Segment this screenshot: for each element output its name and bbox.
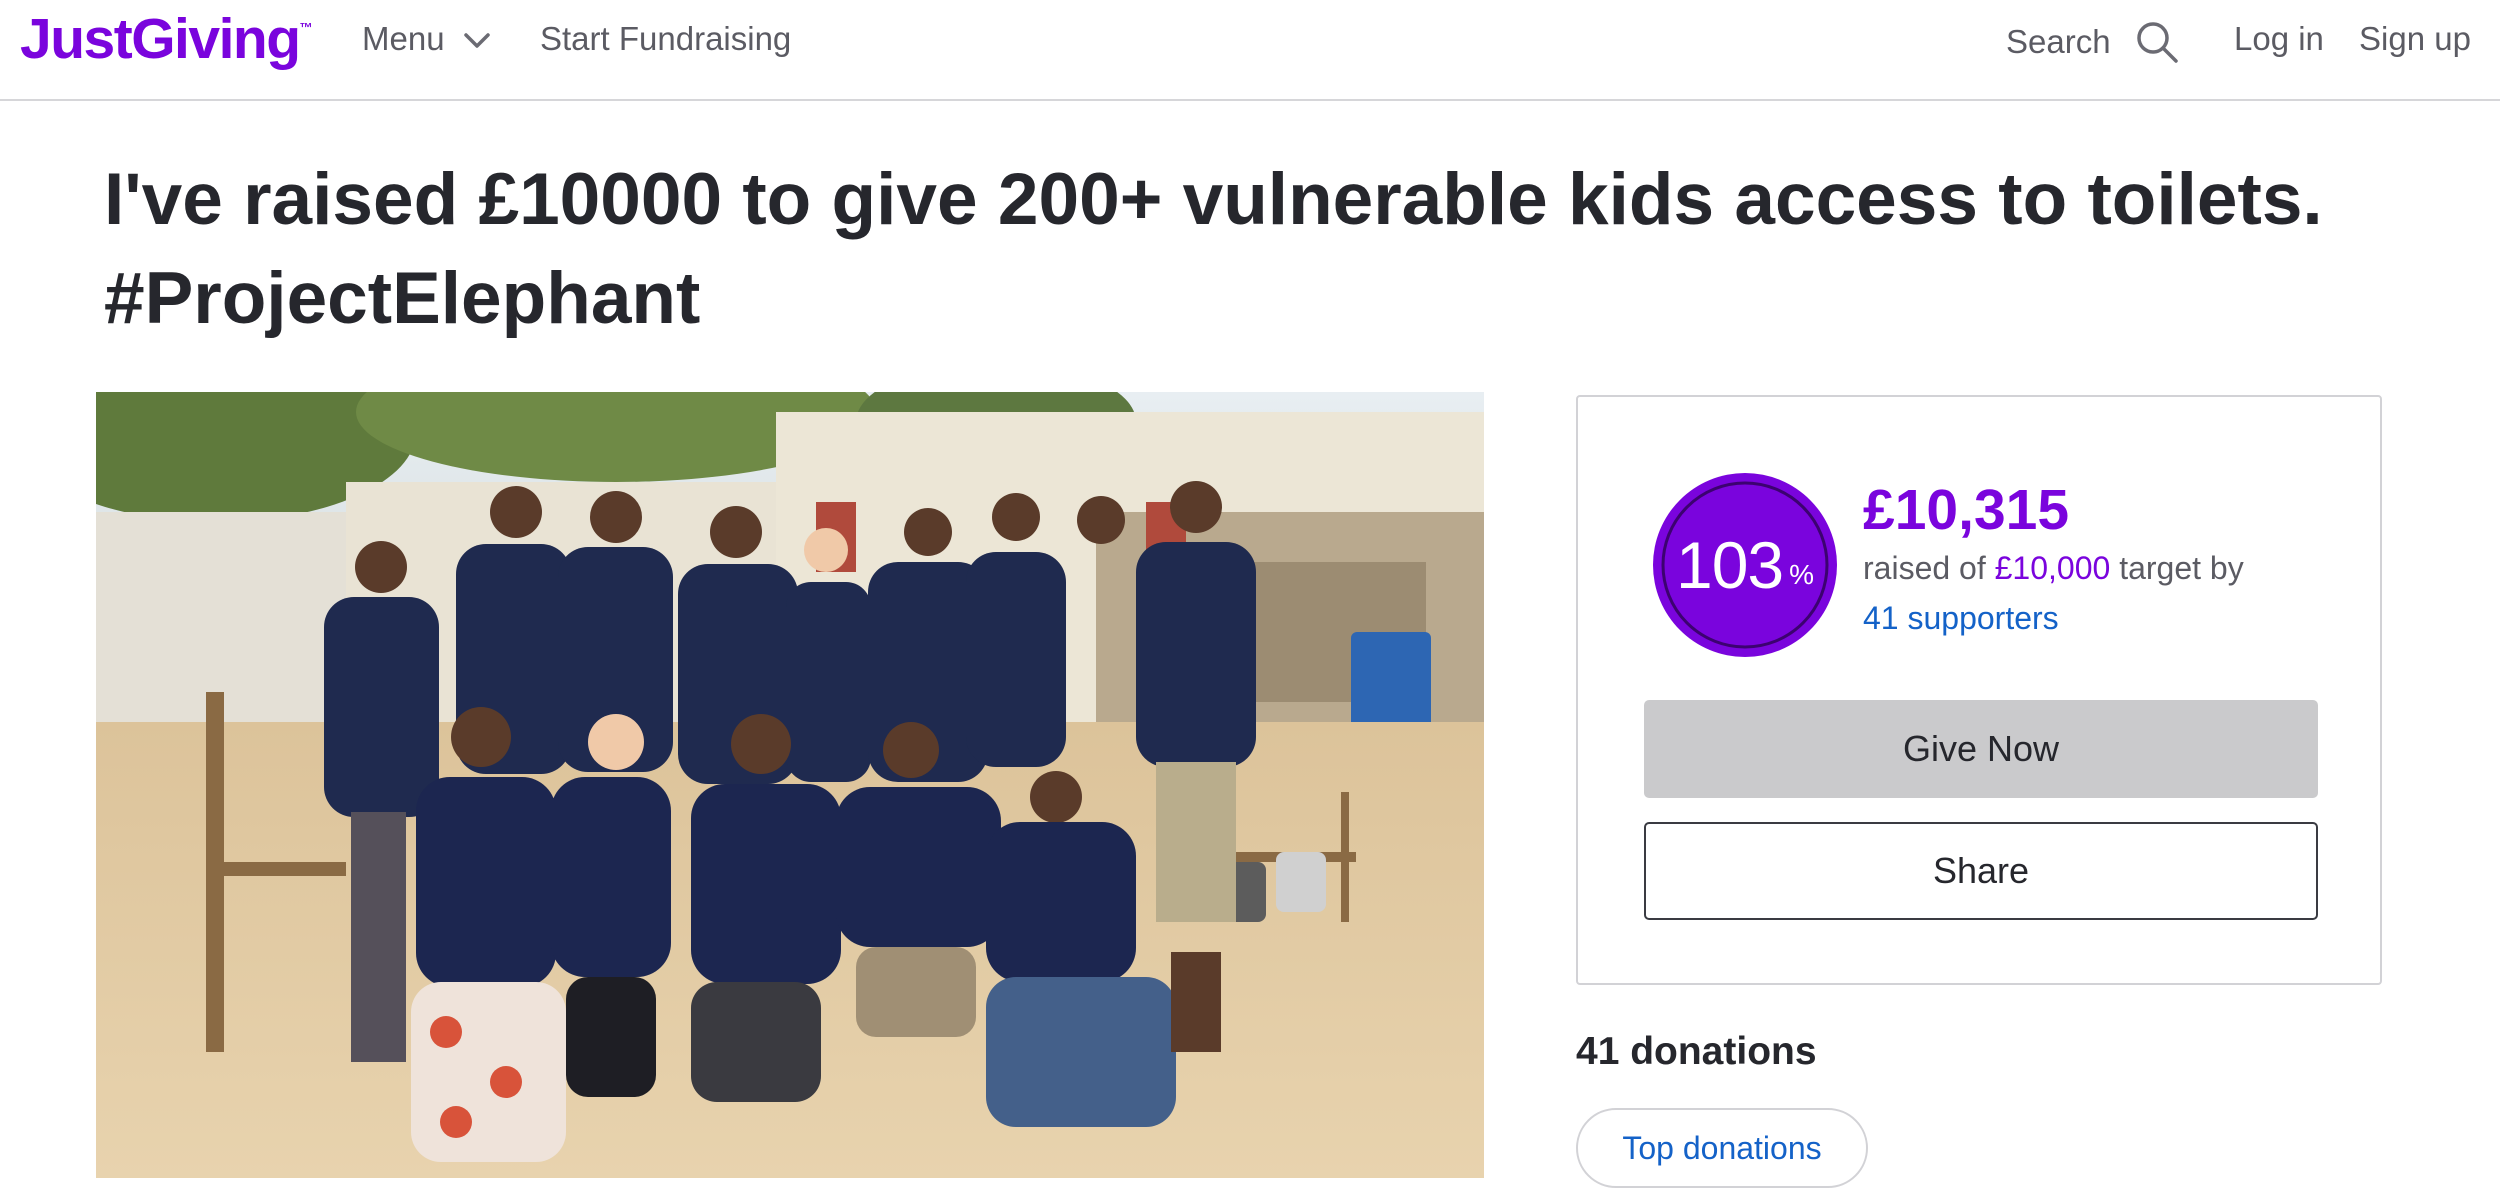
- amount-raised: £10,315: [1863, 478, 2070, 542]
- fundraising-progress-card: 103% £10,315 raised of £10,000 target by…: [1576, 395, 2382, 985]
- start-fundraising-link[interactable]: Start Fundraising: [540, 20, 791, 58]
- menu-label: Menu: [362, 20, 445, 57]
- search-label: Search: [2006, 23, 2111, 60]
- supporters-link[interactable]: 41 supporters: [1863, 600, 2059, 637]
- signup-link[interactable]: Sign up: [2359, 20, 2471, 58]
- title-line-2: #ProjectElephant: [104, 258, 701, 339]
- page-title: I've raised £10000 to give 200+ vulnerab…: [104, 150, 2404, 348]
- donations-heading: 41 donations: [1576, 1030, 1817, 1073]
- login-link[interactable]: Log in: [2234, 20, 2324, 58]
- search-icon: [2136, 22, 2178, 63]
- target-amount: £10,000: [1994, 550, 2111, 586]
- give-now-button[interactable]: Give Now: [1644, 700, 2318, 798]
- site-header: JustGiving™ Menu Start Fundraising Searc…: [0, 0, 2500, 101]
- logo-text: JustGiving: [20, 7, 301, 71]
- fundraiser-photo: [96, 392, 1484, 1178]
- raised-of-prefix: raised of: [1863, 550, 1986, 586]
- title-line-1: I've raised £10000 to give 200+ vulnerab…: [104, 159, 2323, 240]
- menu-button[interactable]: Menu: [362, 20, 491, 58]
- raised-of-target-text: raised of £10,000 target by: [1863, 550, 2244, 587]
- percent-sign: %: [1789, 559, 1815, 590]
- progress-percentage: 103%: [1653, 473, 1837, 657]
- target-by-suffix: target by: [2119, 550, 2244, 586]
- top-donations-button[interactable]: Top donations: [1576, 1108, 1868, 1188]
- share-button[interactable]: Share: [1644, 822, 2318, 920]
- justgiving-logo[interactable]: JustGiving™: [20, 6, 313, 72]
- logo-trademark: ™: [299, 20, 313, 35]
- percent-value: 103: [1675, 528, 1784, 602]
- chevron-down-icon: [463, 33, 490, 48]
- search-button[interactable]: Search: [2006, 20, 2179, 64]
